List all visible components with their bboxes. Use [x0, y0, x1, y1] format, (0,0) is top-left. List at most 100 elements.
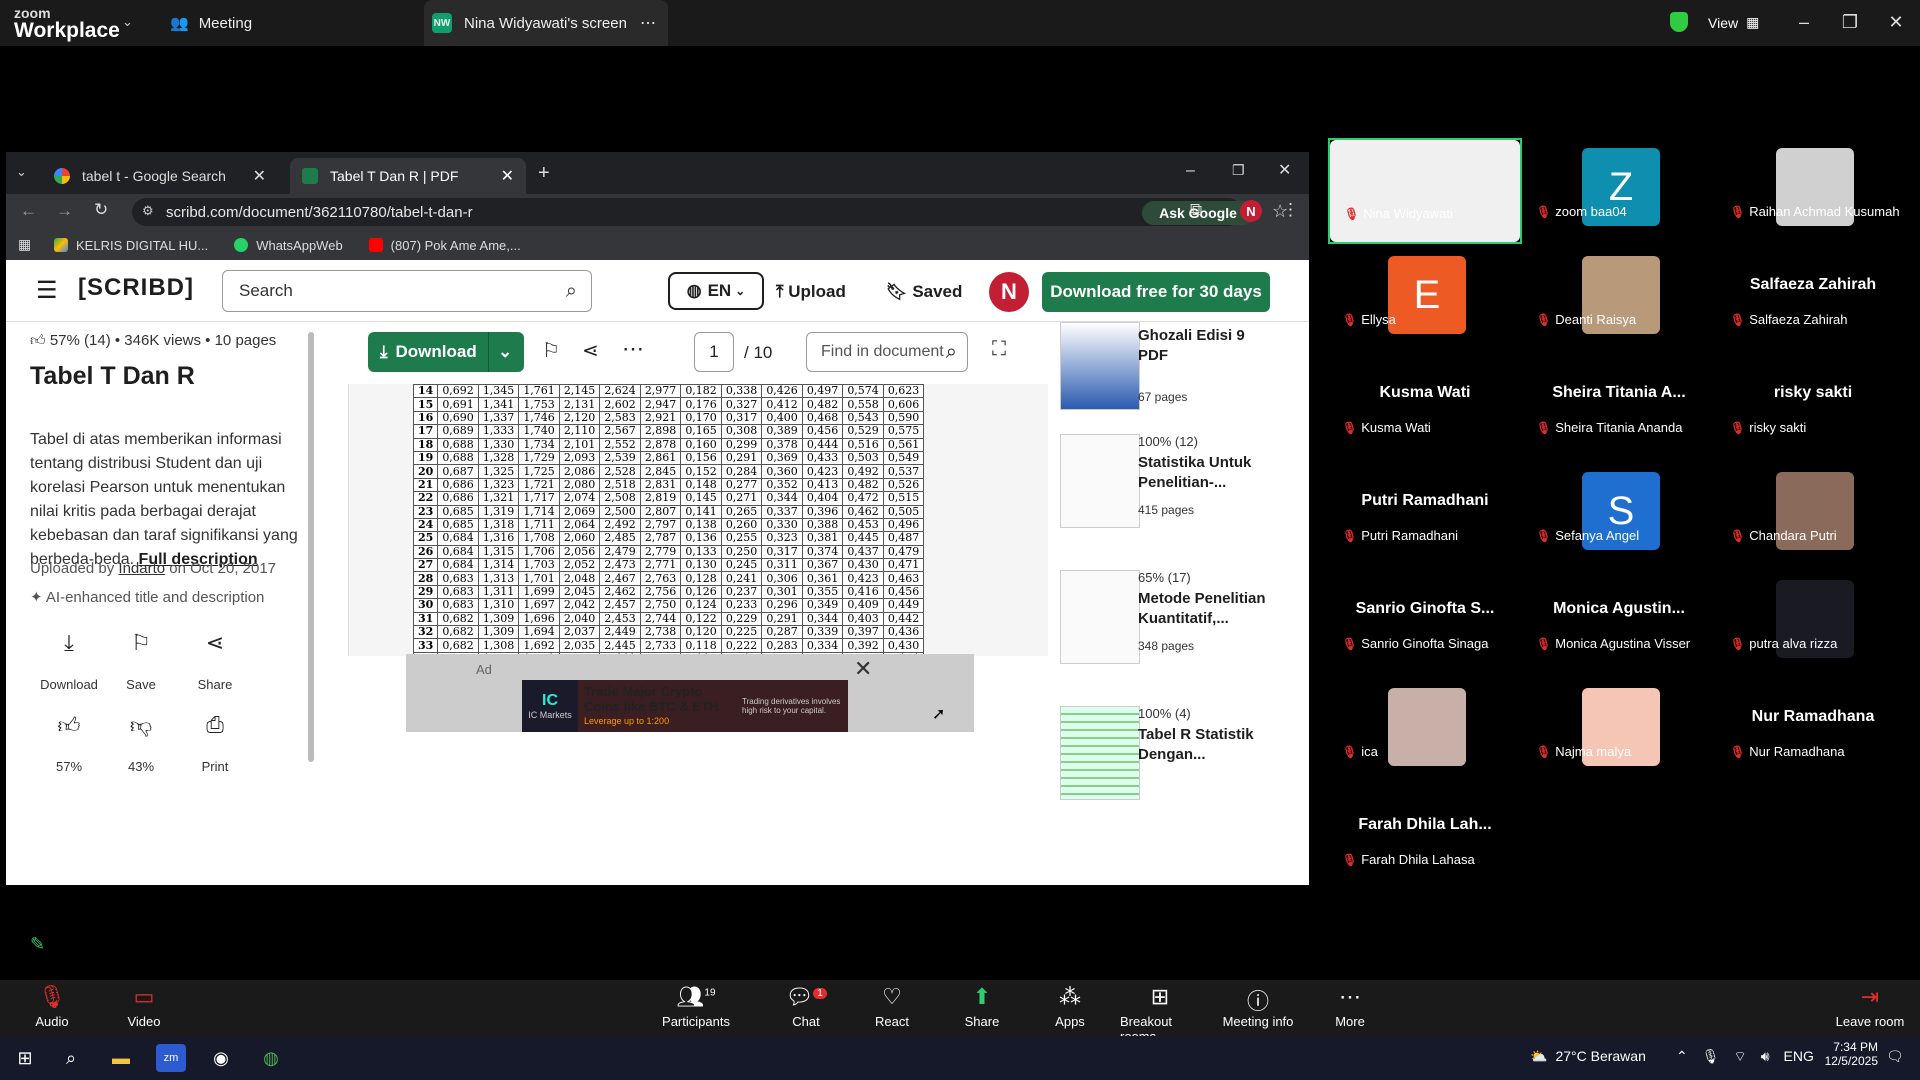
- meeting-tab[interactable]: 👥 Meeting: [170, 0, 252, 46]
- participant-tile[interactable]: 🎙︎ Najma malya: [1522, 678, 1716, 784]
- notification-icon[interactable]: 🗨︎: [1886, 1048, 1904, 1065]
- participant-tile[interactable]: 🎙︎ putra alva rizza: [1716, 570, 1910, 676]
- more-button[interactable]: ⋯ More: [1310, 984, 1390, 1029]
- related-doc[interactable]: 65% (17) Metode Penelitian Kuantitatif,..…: [1050, 570, 1280, 680]
- viewer-download-button[interactable]: ⤓ Download ⌄: [368, 332, 524, 372]
- chat-button[interactable]: 💬︎ 1 Chat: [766, 984, 846, 1029]
- system-tray[interactable]: ⌃ 🎙︎ ⌔ 🔊︎ ENG: [1676, 1048, 1814, 1066]
- left-panel-scrollbar[interactable]: [308, 332, 314, 762]
- site-info-icon[interactable]: ⚙: [142, 203, 154, 219]
- participant-tile[interactable]: 🎙︎ ica: [1328, 678, 1522, 784]
- kebab-menu-icon[interactable]: ⋮: [1282, 200, 1299, 220]
- share-button[interactable]: ⬆ Share: [942, 984, 1022, 1029]
- print-action[interactable]: ⎙ Print: [188, 712, 242, 774]
- search-icon[interactable]: ⌕: [56, 1044, 86, 1072]
- participant-tile[interactable]: 🎙︎ Chandara Putri: [1716, 462, 1910, 568]
- bookmark-item[interactable]: WhatsAppWeb: [234, 238, 343, 253]
- related-scrollbar[interactable]: [1304, 322, 1310, 855]
- search-icon[interactable]: ⌕: [566, 280, 577, 303]
- chrome-icon[interactable]: ◍: [256, 1044, 286, 1072]
- camera-app-icon[interactable]: ◉: [206, 1044, 236, 1072]
- zoom-app-icon[interactable]: zm: [156, 1044, 186, 1072]
- participant-tile[interactable]: Farah Dhila Lah... 🎙︎ Farah Dhila Lahasa: [1328, 786, 1522, 892]
- download-free-button[interactable]: Download free for 30 days: [1042, 272, 1270, 312]
- react-button[interactable]: ♡ React: [852, 984, 932, 1029]
- minimize-icon[interactable]: –: [1186, 162, 1195, 180]
- weather-widget[interactable]: ⛅ 27°C Berawan: [1530, 1048, 1646, 1065]
- upload-button[interactable]: ⤒ Upload: [776, 282, 846, 302]
- find-in-document-input[interactable]: Find in document ⌕: [806, 332, 968, 372]
- hamburger-menu-icon[interactable]: ☰: [36, 276, 58, 305]
- close-tab-icon[interactable]: ✕: [253, 166, 266, 186]
- audio-button[interactable]: 🎙︎ Audio: [12, 984, 92, 1029]
- meeting-info-button[interactable]: ⓘ Meeting info: [1218, 984, 1298, 1029]
- participant-tile[interactable]: Putri Ramadhani 🎙︎ Putri Ramadhani: [1328, 462, 1522, 568]
- restore-icon[interactable]: ❐: [1838, 10, 1862, 34]
- breakout-rooms-button[interactable]: ⊞Breakout rooms: [1120, 984, 1200, 1044]
- dislike-action[interactable]: 👎︎ 43%: [114, 712, 168, 774]
- save-action[interactable]: ⚐ Save: [114, 630, 168, 692]
- participant-tile[interactable]: Sanrio Ginofta S... 🎙︎ Sanrio Ginofta Sina…: [1328, 570, 1522, 676]
- restore-icon[interactable]: ❐: [1232, 162, 1245, 179]
- related-doc[interactable]: 100% (12) Statistika Untuk Penelitian-...…: [1050, 434, 1280, 544]
- participant-tile[interactable]: Z 🎙︎ zoom baa04: [1522, 138, 1716, 244]
- back-icon[interactable]: ←: [20, 201, 37, 221]
- share-action[interactable]: ⋖ Share: [188, 630, 242, 692]
- participant-tile[interactable]: Nur Ramadhana 🎙︎ Nur Ramadhana: [1716, 678, 1910, 784]
- chevron-down-icon[interactable]: ⌄: [122, 14, 133, 30]
- more-options-icon[interactable]: ⋯: [622, 336, 644, 362]
- participant-tile[interactable]: Sheira Titania A... 🎙︎ Sheira Titania Anan…: [1522, 354, 1716, 460]
- annotate-icon[interactable]: ✎: [30, 934, 45, 955]
- bookmark-item[interactable]: (807) Pok Ame Ame,...: [368, 238, 521, 253]
- search-icon[interactable]: ⌕: [946, 341, 957, 364]
- file-explorer-icon[interactable]: ▬: [106, 1044, 136, 1072]
- saved-button[interactable]: 🔖︎ Saved: [886, 282, 962, 302]
- minimize-icon[interactable]: –: [1792, 10, 1816, 34]
- close-tab-icon[interactable]: ✕: [501, 166, 514, 186]
- shared-screen-tab[interactable]: NW Nina Widyawati's screen ⋯: [424, 0, 668, 46]
- search-input[interactable]: Search ⌕: [222, 270, 592, 312]
- close-ad-icon[interactable]: ✕: [854, 656, 872, 682]
- chevron-down-icon[interactable]: ⌄: [498, 342, 512, 362]
- close-icon[interactable]: ✕: [1278, 160, 1291, 180]
- tab-search-icon[interactable]: ⌄: [16, 164, 27, 180]
- view-button[interactable]: View ▦: [1708, 14, 1759, 31]
- share-icon[interactable]: ⋖: [582, 338, 599, 363]
- tab-google-search[interactable]: tabel t - Google Search ✕: [42, 158, 278, 194]
- forward-icon[interactable]: →: [56, 201, 73, 221]
- scribd-logo[interactable]: [SCRIBD]: [78, 274, 194, 302]
- participant-tile[interactable]: risky sakti 🎙︎ risky sakti: [1716, 354, 1910, 460]
- ad-banner[interactable]: IC IC Markets Trade Major Crypto Coins l…: [522, 680, 848, 732]
- participant-tile[interactable]: Kusma Wati 🎙︎ Kusma Wati: [1328, 354, 1522, 460]
- profile-avatar[interactable]: N: [1240, 200, 1262, 222]
- participant-tile[interactable]: 🎙︎ Deanti Raisya: [1522, 246, 1716, 352]
- bookmark-item[interactable]: KELRIS DIGITAL HU...: [54, 238, 208, 253]
- like-action[interactable]: 👍︎ 57%: [42, 712, 96, 774]
- new-tab-icon[interactable]: +: [538, 162, 550, 185]
- url-bar[interactable]: ⚙ scribd.com/document/362110780/tabel-t-…: [132, 198, 1288, 226]
- participant-tile[interactable]: Salfaeza Zahirah 🎙︎ Salfaeza Zahirah: [1716, 246, 1910, 352]
- clock[interactable]: 7:34 PM 12/5/2025: [1808, 1040, 1878, 1068]
- user-avatar[interactable]: N: [989, 272, 1029, 312]
- reload-icon[interactable]: ↻: [94, 200, 108, 220]
- extensions-icon[interactable]: ⧉: [1190, 200, 1202, 220]
- shield-check-icon[interactable]: [1670, 12, 1688, 32]
- language-selector[interactable]: ◍ EN ⌄: [668, 272, 764, 310]
- windows-start-icon[interactable]: ⊞: [10, 1044, 40, 1072]
- tab-scribd[interactable]: Tabel T Dan R | PDF ✕: [290, 158, 526, 194]
- close-icon[interactable]: ✕: [1884, 10, 1908, 34]
- participant-tile[interactable]: 🎙︎ Nina Widyawati: [1328, 138, 1522, 244]
- bookmark-icon[interactable]: ⚐: [542, 338, 560, 363]
- participant-tile[interactable]: Monica Agustin... 🎙︎ Monica Agustina Visse…: [1522, 570, 1716, 676]
- apps-grid-icon[interactable]: ▦: [18, 236, 31, 253]
- fullscreen-icon[interactable]: ⛶: [992, 338, 1006, 361]
- participants-button[interactable]: 👥︎19 Participants: [656, 984, 736, 1029]
- related-doc[interactable]: 100% (4) Tabel R Statistik Dengan...: [1050, 706, 1280, 816]
- participant-tile[interactable]: E 🎙︎ Ellysa: [1328, 246, 1522, 352]
- uploader-link[interactable]: Indarto: [118, 560, 165, 577]
- more-options-icon[interactable]: ⋯: [640, 13, 656, 33]
- video-button[interactable]: ▭ Video: [104, 984, 184, 1029]
- download-action[interactable]: ⤓ Download: [40, 630, 98, 692]
- apps-button[interactable]: ⁂ Apps: [1030, 984, 1110, 1029]
- participant-tile[interactable]: 🎙︎ Raihan Achmad Kusumah: [1716, 138, 1910, 244]
